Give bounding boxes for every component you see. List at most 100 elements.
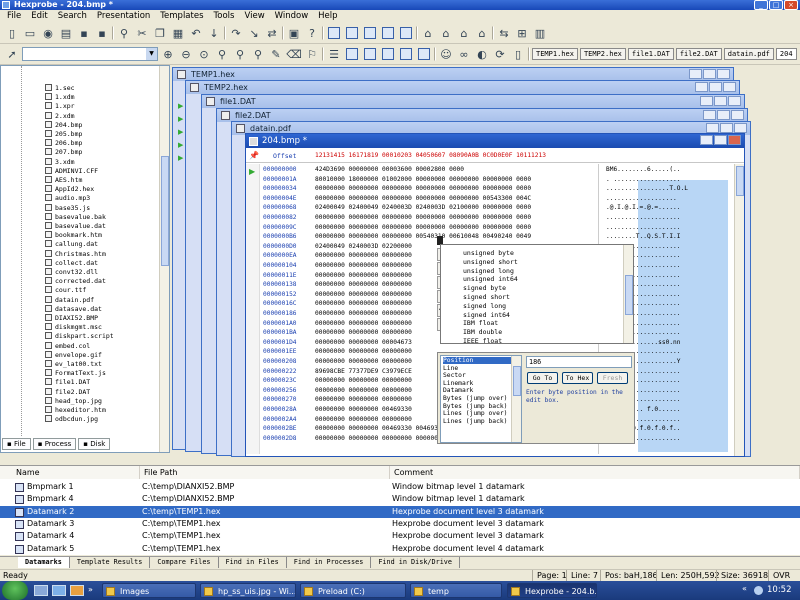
ascii-text[interactable]: BM6........6.....(..: [606, 165, 681, 174]
checksum-icon[interactable]: ⊞: [514, 25, 530, 41]
hex-bytes[interactable]: 00000000 00000000 00469330: [315, 405, 412, 414]
mdi-controls[interactable]: [700, 96, 741, 106]
rows-icon[interactable]: [398, 46, 414, 62]
hex-bytes[interactable]: 00000000 00000000 00000000: [315, 357, 412, 366]
tree-item[interactable]: embed.col: [45, 341, 90, 351]
doc-tab-204[interactable]: 204: [775, 48, 797, 60]
columns-icon[interactable]: [380, 46, 396, 62]
ascii-text[interactable]: . ..................: [606, 175, 681, 184]
column-comment[interactable]: Comment: [390, 466, 800, 479]
taskbar-button[interactable]: hp_ss_uis.jpg - Wi...: [200, 583, 296, 598]
type-list-scrollbar[interactable]: [623, 245, 633, 343]
search-all-icon[interactable]: ⚲: [250, 46, 266, 62]
tree-item[interactable]: 206.bmp: [45, 139, 82, 148]
layout-1-icon[interactable]: [326, 25, 342, 41]
tree-item[interactable]: cour.ttf: [45, 286, 86, 295]
tray-network-icon[interactable]: [754, 586, 763, 595]
table-row[interactable]: Bmpmark 4 C:\temp\DIANXI52.BMP Window bitm…: [0, 493, 800, 505]
doc-tab-temp1[interactable]: TEMP1.hex: [532, 48, 578, 60]
hex-offset[interactable]: 0000002A4: [263, 415, 297, 424]
goto-icon[interactable]: ↘: [246, 25, 262, 41]
taskbar-button[interactable]: Images: [102, 583, 196, 598]
goto-mode-list[interactable]: Position Line Sector Linemark Datamark Bytes …: [440, 355, 522, 443]
tree-item[interactable]: hexeditor.htm: [45, 406, 106, 415]
zoom-icon[interactable]: ⊙: [196, 46, 212, 62]
type-list-item[interactable]: unsigned int64: [463, 275, 518, 283]
hex-bytes[interactable]: 00000000 00000000 00000000: [315, 395, 412, 404]
type-list-item[interactable]: signed long: [463, 302, 506, 310]
layout-4-icon[interactable]: [380, 25, 396, 41]
paste-icon[interactable]: ▦: [170, 25, 186, 41]
hex-offset[interactable]: 000000000: [263, 165, 297, 174]
column-name[interactable]: Name: [0, 466, 140, 479]
goto-mode-item[interactable]: Sector: [443, 372, 466, 379]
compare-icon[interactable]: ⇆: [496, 25, 512, 41]
hex-bytes[interactable]: 80010000 18000000 01002000 00000000 0000…: [315, 175, 531, 184]
type-inspector-list[interactable]: unsigned byte unsigned short unsigned long…: [440, 244, 634, 345]
tree-item[interactable]: 207.bmp: [45, 148, 82, 157]
hex-bytes[interactable]: 00000000 00000000 00000000 00000000 0000…: [315, 223, 531, 232]
tree-item[interactable]: datasave.dat: [45, 304, 102, 314]
bottom-tab[interactable]: Find in Processes: [287, 557, 372, 568]
goto-mode-item[interactable]: Bytes (jump over): [443, 395, 507, 402]
table-row[interactable]: Datamark 4 C:\temp\TEMP1.hex Hexprobe docu…: [0, 530, 800, 542]
hex-offset[interactable]: 0000002D8: [263, 434, 297, 443]
goto-mode-item[interactable]: Linemark: [443, 380, 473, 387]
tree-item[interactable]: AES.htm: [45, 176, 82, 185]
print-icon[interactable]: ▤: [58, 25, 74, 41]
start-button[interactable]: [2, 581, 28, 600]
hex-bytes[interactable]: 00000000 00000000 00000000 00000000 0000…: [315, 194, 531, 203]
tree-item[interactable]: diskpart.script: [45, 332, 114, 341]
person-icon[interactable]: ☺: [438, 46, 454, 62]
tree-item[interactable]: 205.bmp: [45, 130, 82, 139]
hex-offset[interactable]: 00000009C: [263, 223, 297, 232]
hex-offset[interactable]: 0000001EE: [263, 347, 297, 356]
goto-mode-item[interactable]: Bytes (jump back): [443, 403, 507, 410]
ascii-text[interactable]: .................T.O.L: [606, 184, 688, 193]
close-button[interactable]: ×: [784, 0, 798, 10]
taskbar-button[interactable]: Preload (C:): [300, 583, 406, 598]
tree-item[interactable]: bookmark.htm: [45, 231, 102, 240]
type-list-item[interactable]: IBM float: [463, 319, 498, 327]
goto-mode-scroll-thumb[interactable]: [513, 366, 521, 396]
down-arrow-icon[interactable]: ↓: [206, 25, 222, 41]
tree-item[interactable]: 1.xpr: [45, 102, 75, 111]
hex-bytes[interactable]: 00000000 00000000 00000000: [315, 415, 412, 424]
pin-icon[interactable]: 📌: [249, 151, 259, 160]
hex-bytes[interactable]: 00000000 00000000 00000000 00000000 0000…: [315, 184, 531, 193]
zoom-out-icon[interactable]: ⊖: [178, 46, 194, 62]
menu-tools[interactable]: Tools: [209, 10, 240, 23]
hex-offset[interactable]: 000000104: [263, 261, 297, 270]
quicklaunch-browser-icon[interactable]: [70, 585, 84, 596]
hex-scrollbar[interactable]: [734, 164, 744, 456]
ascii-text[interactable]: ........T..Q.S.T.I.I: [606, 232, 681, 241]
hex-offset[interactable]: 0000000B6: [263, 232, 297, 241]
doc-tab-file2[interactable]: file2.DAT: [675, 48, 722, 60]
hex-offset[interactable]: 000000068: [263, 203, 297, 212]
save-all-icon[interactable]: ▪: [94, 25, 110, 41]
bookmark-prev-icon[interactable]: ⌂: [456, 25, 472, 41]
hex-offset[interactable]: 0000000EA: [263, 251, 297, 260]
tree-item[interactable]: diskmgmt.msc: [45, 323, 102, 332]
table-icon[interactable]: [362, 46, 378, 62]
type-list-item[interactable]: unsigned long: [463, 267, 514, 275]
tree-item[interactable]: 3.xdm: [45, 157, 75, 167]
new-file-icon[interactable]: ▯: [4, 25, 20, 41]
hex-offset[interactable]: 000000082: [263, 213, 297, 222]
tab-process[interactable]: ▪ Process: [32, 438, 77, 450]
type-list-item[interactable]: IBM double: [463, 328, 502, 336]
tree-scrollbar[interactable]: [159, 66, 169, 452]
hex-offset[interactable]: 000000256: [263, 386, 297, 395]
menu-search[interactable]: Search: [53, 10, 92, 23]
hex-bytes[interactable]: 89698CBE 77377DE9 C3979ECE: [315, 367, 412, 376]
layout-3-icon[interactable]: [362, 25, 378, 41]
tree-item[interactable]: 2.xdm: [45, 111, 75, 121]
hex-offset[interactable]: 0000000D0: [263, 242, 297, 251]
pin-icon[interactable]: ⚐: [304, 46, 320, 62]
menu-presentation[interactable]: Presentation: [92, 10, 155, 23]
tree-item[interactable]: base35.js: [45, 203, 90, 213]
zoom-in-icon[interactable]: ⊕: [160, 46, 176, 62]
tab-disk[interactable]: ▪ Disk: [78, 438, 111, 450]
goto-mode-item[interactable]: Line: [443, 365, 458, 372]
hex-bytes[interactable]: 00000000 00000000 00000000: [315, 290, 412, 299]
